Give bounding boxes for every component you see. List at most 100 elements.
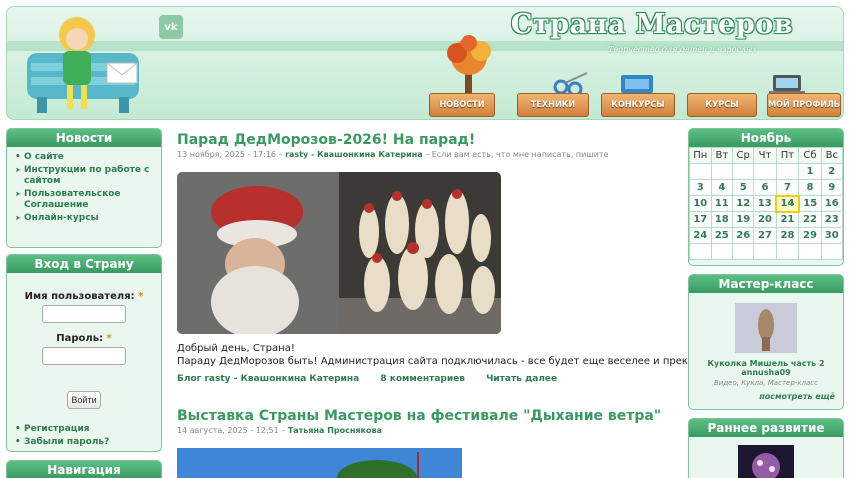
password-input[interactable] <box>42 347 126 365</box>
calendar-block: Ноябрь Пн Вт Ср Чт Пт Сб Вс 1 2 3 4 5 6 7 8 9 10 11 12 13 1… <box>688 128 844 266</box>
calendar-day[interactable]: 10 <box>689 195 712 212</box>
register-link[interactable]: Регистрация <box>15 424 153 435</box>
calendar-day <box>689 243 712 260</box>
calendar-day[interactable]: 30 <box>820 227 843 244</box>
calendar-day[interactable]: 16 <box>820 195 843 212</box>
early-development-thumbnail[interactable] <box>738 445 794 478</box>
post-links: Блог rasty - Квашонкина Катерина 8 комме… <box>177 374 575 384</box>
post-image[interactable] <box>177 172 501 334</box>
calendar-day[interactable]: 15 <box>798 195 822 212</box>
nav-techniques-button[interactable]: ТЕХНИКИ <box>517 93 589 117</box>
post-body: Добрый день, Страна! Параду ДедМорозов б… <box>177 343 729 367</box>
calendar-weekday: Сб <box>798 147 822 164</box>
calendar-weekday: Вс <box>820 147 843 164</box>
post-title[interactable]: Выставка Страны Мастеров на фестивале "Д… <box>177 408 661 424</box>
nav-courses-button[interactable]: КУРСЫ <box>687 93 757 117</box>
navigation-block-title: Навигация <box>7 461 161 478</box>
login-button[interactable]: Войти <box>67 391 101 409</box>
site-header: vk Страна Мастеров Творчество для детей … <box>6 6 844 120</box>
calendar-day <box>689 163 712 180</box>
calendar-day[interactable]: 3 <box>689 179 712 196</box>
calendar-day[interactable]: 13 <box>753 195 777 212</box>
news-link-courses[interactable]: Онлайн-курсы <box>15 213 153 224</box>
blog-link[interactable]: Блог rasty - Квашонкина Катерина <box>177 374 359 384</box>
calendar-weekday: Вт <box>710 147 734 164</box>
calendar-day[interactable]: 4 <box>710 179 734 196</box>
calendar-day <box>820 243 843 260</box>
login-block-title: Вход в Страну Мастеров <box>7 255 161 273</box>
calendar-day[interactable]: 26 <box>732 227 755 244</box>
autumn-tree-icon <box>447 35 491 95</box>
calendar-day[interactable]: 20 <box>753 211 777 228</box>
calendar-day[interactable]: 14 <box>775 194 800 213</box>
news-link-about[interactable]: О сайте <box>15 152 153 163</box>
post-meta: 13 ноября, 2025 - 17:16 – rasty - Квашон… <box>177 150 609 159</box>
calendar-day[interactable]: 17 <box>689 211 712 228</box>
masterclass-item-title[interactable]: Куколка Мишель часть 2 <box>689 359 843 368</box>
calendar-day[interactable]: 7 <box>775 179 800 196</box>
calendar-day <box>798 243 822 260</box>
calendar-day <box>732 163 755 180</box>
username-input[interactable] <box>42 305 126 323</box>
calendar-day[interactable]: 27 <box>753 227 777 244</box>
post-author-link[interactable]: rasty - Квашонкина Катерина <box>285 150 423 159</box>
book-icon <box>621 75 653 93</box>
calendar-day[interactable]: 25 <box>710 227 734 244</box>
masterclass-title: Мастер-класс <box>689 275 843 293</box>
masterclass-more-link[interactable]: посмотреть ещё <box>689 392 843 401</box>
username-label: Имя пользователя: * <box>24 291 144 302</box>
calendar-day[interactable]: 21 <box>775 211 800 228</box>
calendar-day[interactable]: 11 <box>710 195 734 212</box>
site-logo[interactable]: Страна Мастеров <box>511 9 793 40</box>
calendar-weekday: Пт <box>775 147 800 164</box>
calendar-day <box>710 243 734 260</box>
calendar-day <box>732 243 755 260</box>
calendar-weekday: Чт <box>753 147 777 164</box>
calendar-day[interactable]: 22 <box>798 211 822 228</box>
scissors-icon <box>553 72 588 95</box>
ded-moroz-photo <box>177 172 501 334</box>
calendar-day[interactable]: 19 <box>732 211 755 228</box>
early-development-block: Раннее развитие <box>688 418 844 478</box>
calendar-weekday: Пн <box>689 147 712 164</box>
calendar-day <box>753 243 777 260</box>
calendar-day[interactable]: 6 <box>753 179 777 196</box>
nav-contests-button[interactable]: КОНКУРСЫ <box>601 93 675 117</box>
doll-on-bench-illustration <box>27 17 139 113</box>
calendar-day <box>775 243 800 260</box>
masterclass-block: Мастер-класс Куколка Мишель часть 2 annu… <box>688 274 844 410</box>
comments-link[interactable]: 8 комментариев <box>380 374 465 384</box>
calendar-day[interactable]: 28 <box>775 227 800 244</box>
masterclass-item-author[interactable]: annusha09 <box>689 368 843 378</box>
post-meta: 14 августа, 2025 - 12:51 – Татьяна Просн… <box>177 426 382 435</box>
news-link-agreement[interactable]: Пользовательское Соглашение <box>15 189 153 211</box>
news-block: Новости О сайте Инструкции по работе с с… <box>6 128 162 248</box>
calendar-day[interactable]: 1 <box>798 163 822 180</box>
nav-profile-button[interactable]: МОЙ ПРОФИЛЬ <box>767 93 841 117</box>
calendar-title: Ноябрь <box>689 129 843 147</box>
calendar-day[interactable]: 2 <box>820 163 843 180</box>
calendar-weekday: Ср <box>732 147 755 164</box>
calendar-day[interactable]: 9 <box>820 179 843 196</box>
post-author-link[interactable]: Татьяна Проснякова <box>288 426 382 435</box>
calendar-day <box>710 163 734 180</box>
vk-icon[interactable]: vk <box>159 15 183 39</box>
calendar-day <box>753 163 777 180</box>
read-more-link[interactable]: Читать далее <box>486 374 557 384</box>
masterclass-thumbnail[interactable] <box>735 303 797 353</box>
calendar-day[interactable]: 24 <box>689 227 712 244</box>
calendar-day[interactable]: 18 <box>710 211 734 228</box>
calendar-day <box>775 163 800 180</box>
site-tagline: Творчество для детей и взрослых <box>608 45 757 54</box>
calendar-day[interactable]: 5 <box>732 179 755 196</box>
news-link-instructions[interactable]: Инструкции по работе с сайтом <box>15 165 153 187</box>
calendar-day[interactable]: 29 <box>798 227 822 244</box>
festival-photo <box>177 448 462 478</box>
post-title[interactable]: Парад ДедМорозов-2026! На парад! <box>177 132 475 148</box>
forgot-password-link[interactable]: Забыли пароль? <box>15 437 153 448</box>
post-image[interactable] <box>177 448 462 478</box>
calendar-day[interactable]: 8 <box>798 179 822 196</box>
calendar-day[interactable]: 12 <box>732 195 755 212</box>
calendar-day[interactable]: 23 <box>820 211 843 228</box>
nav-news-button[interactable]: НОВОСТИ <box>429 93 495 117</box>
